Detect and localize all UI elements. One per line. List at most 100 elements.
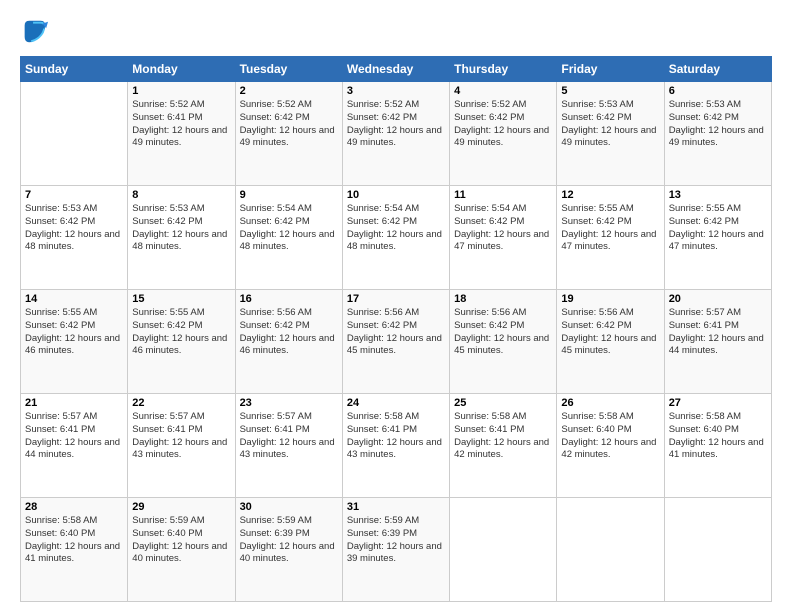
day-cell: 16Sunrise: 5:56 AM Sunset: 6:42 PM Dayli… <box>235 290 342 394</box>
day-info: Sunrise: 5:58 AM Sunset: 6:40 PM Dayligh… <box>25 515 123 566</box>
day-cell <box>557 498 664 602</box>
day-number: 3 <box>347 85 445 97</box>
day-info: Sunrise: 5:56 AM Sunset: 6:42 PM Dayligh… <box>561 307 659 358</box>
day-info: Sunrise: 5:55 AM Sunset: 6:42 PM Dayligh… <box>669 203 767 254</box>
header-day-wednesday: Wednesday <box>342 57 449 82</box>
day-info: Sunrise: 5:55 AM Sunset: 6:42 PM Dayligh… <box>132 307 230 358</box>
day-cell: 10 Sunrise: 5:54 AM Sunset: 6:42 PM Dayli… <box>342 186 449 290</box>
header-day-saturday: Saturday <box>664 57 771 82</box>
day-cell: 24 Sunrise: 5:58 AM Sunset: 6:41 PM Dayli… <box>342 394 449 498</box>
day-number: 24 <box>347 397 445 409</box>
day-cell: 15Sunrise: 5:55 AM Sunset: 6:42 PM Dayli… <box>128 290 235 394</box>
day-number: 13 <box>669 189 767 201</box>
day-number: 18 <box>454 293 552 305</box>
day-cell: 29 Sunrise: 5:59 AM Sunset: 6:40 PM Dayli… <box>128 498 235 602</box>
week-row-3: 14 Sunrise: 5:55 AM Sunset: 6:42 PM Dayli… <box>21 290 772 394</box>
day-info: Sunrise: 5:57 AM Sunset: 6:41 PM Dayligh… <box>25 411 123 462</box>
day-info: Sunrise: 5:57 AM Sunset: 6:41 PM Dayligh… <box>669 307 767 358</box>
day-cell: 14 Sunrise: 5:55 AM Sunset: 6:42 PM Dayli… <box>21 290 128 394</box>
week-row-1: 1Sunrise: 5:52 AM Sunset: 6:41 PM Daylig… <box>21 82 772 186</box>
day-info: Sunrise: 5:52 AM Sunset: 6:41 PM Dayligh… <box>132 99 230 150</box>
day-number: 31 <box>347 501 445 513</box>
day-cell: 7 Sunrise: 5:53 AM Sunset: 6:42 PM Daylig… <box>21 186 128 290</box>
day-cell: 31 Sunrise: 5:59 AM Sunset: 6:39 PM Dayli… <box>342 498 449 602</box>
week-row-5: 28 Sunrise: 5:58 AM Sunset: 6:40 PM Dayli… <box>21 498 772 602</box>
day-number: 20 <box>669 293 767 305</box>
day-info: Sunrise: 5:53 AM Sunset: 6:42 PM Dayligh… <box>669 99 767 150</box>
day-cell: 2Sunrise: 5:52 AM Sunset: 6:42 PM Daylig… <box>235 82 342 186</box>
day-number: 9 <box>240 189 338 201</box>
day-number: 4 <box>454 85 552 97</box>
day-info: Sunrise: 5:57 AM Sunset: 6:41 PM Dayligh… <box>240 411 338 462</box>
day-info: Sunrise: 5:56 AM Sunset: 6:42 PM Dayligh… <box>240 307 338 358</box>
day-cell: 27 Sunrise: 5:58 AM Sunset: 6:40 PM Dayli… <box>664 394 771 498</box>
day-cell: 28 Sunrise: 5:58 AM Sunset: 6:40 PM Dayli… <box>21 498 128 602</box>
day-info: Sunrise: 5:58 AM Sunset: 6:41 PM Dayligh… <box>347 411 445 462</box>
day-cell: 3Sunrise: 5:52 AM Sunset: 6:42 PM Daylig… <box>342 82 449 186</box>
header-day-friday: Friday <box>557 57 664 82</box>
day-number: 25 <box>454 397 552 409</box>
day-info: Sunrise: 5:52 AM Sunset: 6:42 PM Dayligh… <box>240 99 338 150</box>
day-cell: 20 Sunrise: 5:57 AM Sunset: 6:41 PM Dayli… <box>664 290 771 394</box>
day-info: Sunrise: 5:54 AM Sunset: 6:42 PM Dayligh… <box>240 203 338 254</box>
day-cell: 19 Sunrise: 5:56 AM Sunset: 6:42 PM Dayli… <box>557 290 664 394</box>
day-cell: 22Sunrise: 5:57 AM Sunset: 6:41 PM Dayli… <box>128 394 235 498</box>
day-number: 17 <box>347 293 445 305</box>
day-cell: 26Sunrise: 5:58 AM Sunset: 6:40 PM Dayli… <box>557 394 664 498</box>
day-number: 5 <box>561 85 659 97</box>
day-info: Sunrise: 5:52 AM Sunset: 6:42 PM Dayligh… <box>454 99 552 150</box>
day-cell: 4 Sunrise: 5:52 AM Sunset: 6:42 PM Daylig… <box>450 82 557 186</box>
day-info: Sunrise: 5:56 AM Sunset: 6:42 PM Dayligh… <box>454 307 552 358</box>
day-number: 30 <box>240 501 338 513</box>
day-info: Sunrise: 5:53 AM Sunset: 6:42 PM Dayligh… <box>25 203 123 254</box>
day-cell: 25 Sunrise: 5:58 AM Sunset: 6:41 PM Dayli… <box>450 394 557 498</box>
day-number: 28 <box>25 501 123 513</box>
calendar-body: 1Sunrise: 5:52 AM Sunset: 6:41 PM Daylig… <box>21 82 772 602</box>
week-row-4: 21 Sunrise: 5:57 AM Sunset: 6:41 PM Dayli… <box>21 394 772 498</box>
day-info: Sunrise: 5:54 AM Sunset: 6:42 PM Dayligh… <box>347 203 445 254</box>
calendar-header: SundayMondayTuesdayWednesdayThursdayFrid… <box>21 57 772 82</box>
day-number: 10 <box>347 189 445 201</box>
day-info: Sunrise: 5:55 AM Sunset: 6:42 PM Dayligh… <box>561 203 659 254</box>
day-number: 23 <box>240 397 338 409</box>
day-info: Sunrise: 5:53 AM Sunset: 6:42 PM Dayligh… <box>132 203 230 254</box>
day-number: 14 <box>25 293 123 305</box>
day-number: 6 <box>669 85 767 97</box>
calendar-table: SundayMondayTuesdayWednesdayThursdayFrid… <box>20 56 772 602</box>
header-day-tuesday: Tuesday <box>235 57 342 82</box>
day-cell: 17 Sunrise: 5:56 AM Sunset: 6:42 PM Dayli… <box>342 290 449 394</box>
day-cell: 1Sunrise: 5:52 AM Sunset: 6:41 PM Daylig… <box>128 82 235 186</box>
day-info: Sunrise: 5:57 AM Sunset: 6:41 PM Dayligh… <box>132 411 230 462</box>
day-info: Sunrise: 5:59 AM Sunset: 6:39 PM Dayligh… <box>347 515 445 566</box>
day-cell: 8 Sunrise: 5:53 AM Sunset: 6:42 PM Daylig… <box>128 186 235 290</box>
day-number: 21 <box>25 397 123 409</box>
day-info: Sunrise: 5:58 AM Sunset: 6:40 PM Dayligh… <box>561 411 659 462</box>
day-number: 12 <box>561 189 659 201</box>
day-cell <box>450 498 557 602</box>
header-day-monday: Monday <box>128 57 235 82</box>
header-day-sunday: Sunday <box>21 57 128 82</box>
day-info: Sunrise: 5:56 AM Sunset: 6:42 PM Dayligh… <box>347 307 445 358</box>
day-info: Sunrise: 5:58 AM Sunset: 6:40 PM Dayligh… <box>669 411 767 462</box>
day-number: 29 <box>132 501 230 513</box>
day-number: 11 <box>454 189 552 201</box>
header-row: SundayMondayTuesdayWednesdayThursdayFrid… <box>21 57 772 82</box>
day-cell <box>664 498 771 602</box>
day-number: 19 <box>561 293 659 305</box>
day-info: Sunrise: 5:59 AM Sunset: 6:39 PM Dayligh… <box>240 515 338 566</box>
day-cell: 21 Sunrise: 5:57 AM Sunset: 6:41 PM Dayli… <box>21 394 128 498</box>
day-info: Sunrise: 5:55 AM Sunset: 6:42 PM Dayligh… <box>25 307 123 358</box>
day-cell: 12 Sunrise: 5:55 AM Sunset: 6:42 PM Dayli… <box>557 186 664 290</box>
day-cell: 23 Sunrise: 5:57 AM Sunset: 6:41 PM Dayli… <box>235 394 342 498</box>
day-number: 7 <box>25 189 123 201</box>
day-info: Sunrise: 5:54 AM Sunset: 6:42 PM Dayligh… <box>454 203 552 254</box>
day-number: 8 <box>132 189 230 201</box>
day-cell: 18 Sunrise: 5:56 AM Sunset: 6:42 PM Dayli… <box>450 290 557 394</box>
day-info: Sunrise: 5:59 AM Sunset: 6:40 PM Dayligh… <box>132 515 230 566</box>
week-row-2: 7 Sunrise: 5:53 AM Sunset: 6:42 PM Daylig… <box>21 186 772 290</box>
day-cell: 6 Sunrise: 5:53 AM Sunset: 6:42 PM Daylig… <box>664 82 771 186</box>
day-cell: 13 Sunrise: 5:55 AM Sunset: 6:42 PM Dayli… <box>664 186 771 290</box>
day-info: Sunrise: 5:58 AM Sunset: 6:41 PM Dayligh… <box>454 411 552 462</box>
day-number: 27 <box>669 397 767 409</box>
day-cell: 5Sunrise: 5:53 AM Sunset: 6:42 PM Daylig… <box>557 82 664 186</box>
